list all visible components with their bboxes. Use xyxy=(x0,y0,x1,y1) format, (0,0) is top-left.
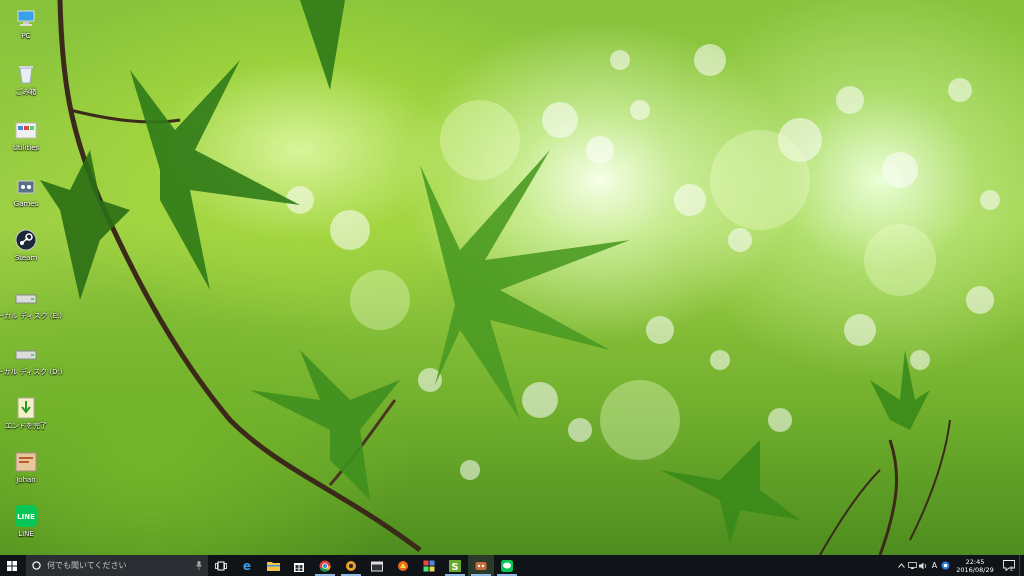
line-icon: LINE xyxy=(14,504,38,528)
document-icon xyxy=(14,450,38,474)
desktop-wallpaper xyxy=(0,0,1024,555)
chrome-icon xyxy=(319,560,331,572)
microphone-icon[interactable] xyxy=(196,561,202,570)
app-orange-icon xyxy=(398,560,408,571)
line-taskbar-icon xyxy=(501,559,513,572)
drive-icon xyxy=(14,342,38,366)
desktop-icon-label: Steam xyxy=(14,254,38,262)
taskbar-chrome[interactable] xyxy=(312,555,338,576)
desktop-icon-recycle-bin[interactable]: ごみ箱 xyxy=(2,60,50,114)
folder-icon xyxy=(14,118,38,142)
photo-app-icon xyxy=(423,560,435,571)
notification-count: 2 xyxy=(1010,567,1013,572)
action-center-button[interactable]: 2 xyxy=(999,555,1019,576)
drive-icon xyxy=(14,286,38,310)
notification-icon: 2 xyxy=(1003,560,1015,571)
svg-text:LINE: LINE xyxy=(17,513,35,521)
desktop-icon-label: Utilities xyxy=(12,144,40,152)
search-placeholder: 何でも聞いてください xyxy=(47,561,127,570)
svg-text:e: e xyxy=(243,560,251,572)
store-icon xyxy=(294,562,304,572)
task-view-button[interactable] xyxy=(208,555,234,576)
app-icon xyxy=(346,560,356,571)
desktop-icon-label: エンドを完了 xyxy=(5,422,47,430)
desktop-icon-label: ローカル ディスク (E:) xyxy=(0,312,63,320)
taskbar-app-orange[interactable] xyxy=(390,555,416,576)
desktop-icon-steam[interactable]: Steam xyxy=(2,226,50,280)
chevron-up-icon xyxy=(898,563,905,568)
show-desktop-button[interactable] xyxy=(1019,555,1024,576)
desktop-icon-label: ごみ箱 xyxy=(15,88,37,96)
taskbar-game-app[interactable] xyxy=(468,555,494,576)
steam-icon xyxy=(14,228,38,252)
s-app-icon: S xyxy=(449,559,461,572)
desktop-icon-utilities[interactable]: Utilities xyxy=(2,116,50,170)
media-app-icon xyxy=(371,561,383,571)
taskbar-edge[interactable]: e xyxy=(234,555,260,576)
taskbar-media-app[interactable] xyxy=(364,555,390,576)
game-app-icon xyxy=(475,561,487,570)
desktop-icon-johan[interactable]: Johan xyxy=(2,448,50,502)
desktop-icon-label: PC xyxy=(21,32,31,40)
tray-app-icon xyxy=(941,561,950,570)
desktop-icon-drive-e[interactable]: ローカル ディスク (E:) xyxy=(0,284,62,338)
speaker-icon xyxy=(919,562,927,569)
taskbar: 何でも聞いてください e S A 22:45 2016/08/29 2 xyxy=(0,555,1024,576)
volume-button[interactable] xyxy=(918,555,929,576)
clock[interactable]: 22:45 2016/08/29 xyxy=(951,555,999,576)
system-tray: A 22:45 2016/08/29 2 xyxy=(896,555,1024,576)
desktop-icon-label: Johan xyxy=(16,476,36,484)
onedrive-button[interactable] xyxy=(940,555,951,576)
desktop-icon-label: LINE xyxy=(18,530,34,538)
wallpaper-art xyxy=(40,0,1000,555)
taskbar-s-app[interactable]: S xyxy=(442,555,468,576)
desktop-icon-line[interactable]: LINE LINE xyxy=(2,502,50,556)
desktop-icon-download[interactable]: エンドを完了 xyxy=(2,394,50,448)
desktop-icon-label: ローカル ディスク (D:) xyxy=(0,368,63,376)
windows-logo-icon xyxy=(7,560,17,571)
taskbar-file-explorer[interactable] xyxy=(260,555,286,576)
desktop-icon-label: Games xyxy=(13,200,39,208)
taskbar-photo-app[interactable] xyxy=(416,555,442,576)
edge-icon: e xyxy=(243,560,251,572)
taskbar-app[interactable] xyxy=(338,555,364,576)
desktop-icon-pc[interactable]: PC xyxy=(2,4,50,58)
desktop-icon-games[interactable]: Games xyxy=(2,172,50,226)
computer-icon xyxy=(14,6,38,30)
desktop-icon-drive-d[interactable]: ローカル ディスク (D:) xyxy=(0,340,63,394)
ime-indicator[interactable]: A xyxy=(929,555,940,576)
taskbar-line[interactable] xyxy=(494,555,520,576)
cortana-icon xyxy=(32,561,41,570)
clock-date: 2016/08/29 xyxy=(956,565,994,574)
clock-time: 22:45 xyxy=(965,557,985,566)
network-button[interactable] xyxy=(907,555,918,576)
games-folder-icon xyxy=(14,174,38,198)
recycle-bin-icon xyxy=(14,62,38,86)
file-explorer-icon xyxy=(266,562,280,571)
network-icon xyxy=(908,562,917,569)
start-button[interactable] xyxy=(0,555,24,576)
show-hidden-icons-button[interactable] xyxy=(896,555,907,576)
search-input[interactable]: 何でも聞いてください xyxy=(26,555,208,576)
task-view-icon xyxy=(215,561,227,570)
taskbar-store[interactable] xyxy=(286,555,312,576)
download-icon xyxy=(14,396,38,420)
svg-text:S: S xyxy=(451,562,458,572)
